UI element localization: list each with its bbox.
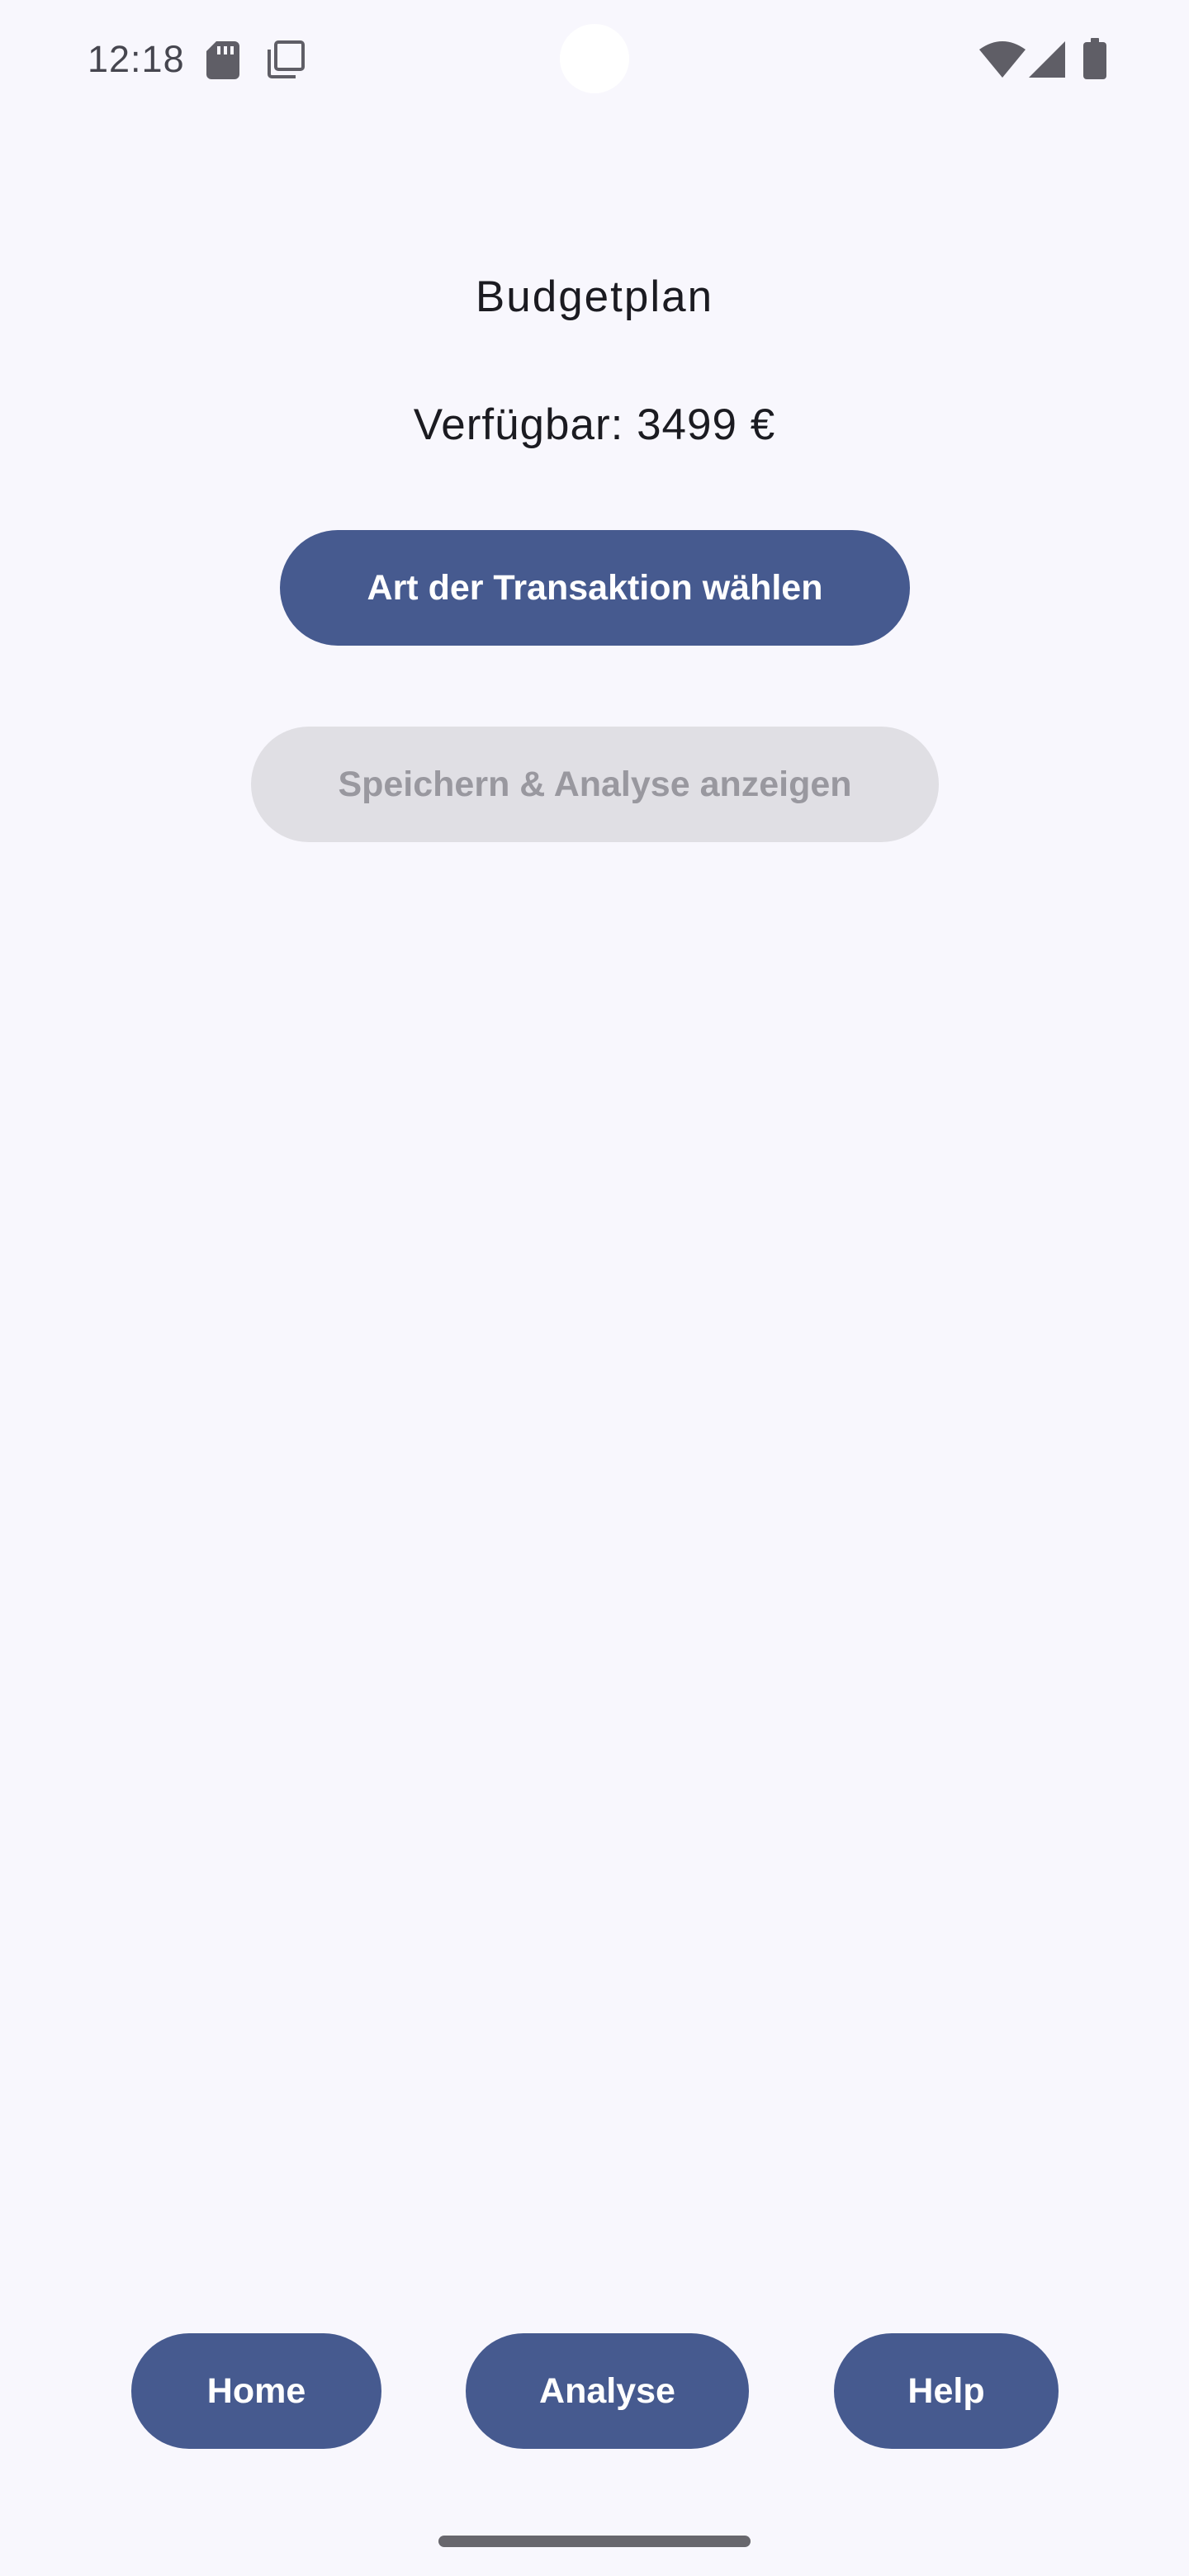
analyse-button[interactable]: Analyse [466, 2333, 749, 2449]
status-bar: 12:18 [0, 0, 1189, 121]
home-indicator[interactable] [438, 2536, 751, 2547]
status-time: 12:18 [88, 38, 185, 80]
page-title: Budgetplan [475, 272, 714, 321]
help-button[interactable]: Help [834, 2333, 1059, 2449]
available-balance: Verfügbar: 3499 € [413, 400, 776, 449]
screenshot-icon [268, 40, 305, 78]
sd-card-icon [206, 41, 239, 79]
choose-transaction-type-button[interactable]: Art der Transaktion wählen [280, 530, 910, 646]
home-button[interactable]: Home [131, 2333, 381, 2449]
wifi-icon [979, 41, 1026, 78]
save-and-show-analysis-button[interactable]: Speichern & Analyse anzeigen [251, 727, 939, 842]
cell-signal-icon [1029, 41, 1065, 78]
battery-icon [1083, 38, 1106, 79]
front-camera [560, 24, 629, 93]
